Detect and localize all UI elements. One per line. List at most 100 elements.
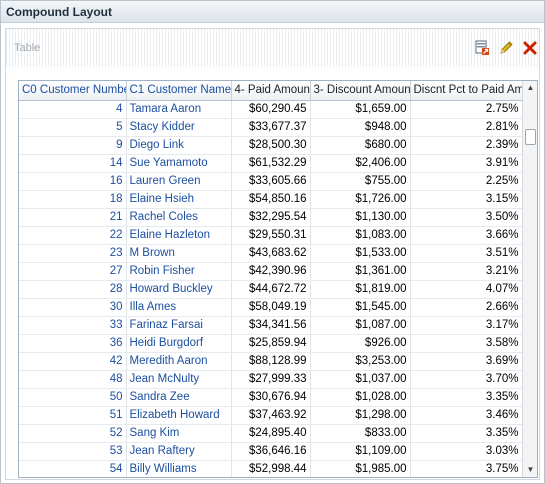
table-row[interactable]: 54 Billy Williams $52,998.44 $1,985.00 3.75% bbox=[19, 460, 523, 477]
cell-customer-number[interactable]: 33 bbox=[19, 316, 127, 335]
cell-customer-name[interactable]: Sang Kim bbox=[126, 424, 232, 443]
table-row[interactable]: 30 Illa Ames $58,049.19 $1,545.00 2.66% bbox=[19, 298, 523, 317]
cell-discount-amount: $1,659.00 bbox=[310, 100, 411, 119]
cell-paid-amount: $28,500.30 bbox=[231, 136, 311, 155]
cell-customer-number[interactable]: 54 bbox=[19, 460, 127, 477]
cell-discount-amount: $948.00 bbox=[310, 118, 411, 137]
cell-customer-number[interactable]: 14 bbox=[19, 154, 127, 173]
cell-discount-amount: $1,130.00 bbox=[310, 208, 411, 227]
cell-customer-name[interactable]: Elaine Hsieh bbox=[126, 190, 232, 209]
cell-customer-name[interactable]: Heidi Burgdorf bbox=[126, 334, 232, 353]
cell-customer-name[interactable]: Elizabeth Howard bbox=[126, 406, 232, 425]
table-row[interactable]: 16 Lauren Green $33,605.66 $755.00 2.25% bbox=[19, 172, 523, 191]
column-header-discount-amount[interactable]: 3- Discount Amount bbox=[310, 81, 411, 101]
table-row[interactable]: 28 Howard Buckley $44,672.72 $1,819.00 4.07% bbox=[19, 280, 523, 299]
cell-customer-name[interactable]: Lauren Green bbox=[126, 172, 232, 191]
cell-customer-name[interactable]: Illa Ames bbox=[126, 298, 232, 317]
cell-customer-name[interactable]: Howard Buckley bbox=[126, 280, 232, 299]
cell-customer-number[interactable]: 23 bbox=[19, 244, 127, 263]
cell-customer-name[interactable]: Jean McNulty bbox=[126, 370, 232, 389]
cell-paid-amount: $61,532.29 bbox=[231, 154, 311, 173]
table-row[interactable]: 4 Tamara Aaron $60,290.45 $1,659.00 2.75% bbox=[19, 100, 523, 119]
vertical-scrollbar[interactable]: ▲ ▼ bbox=[522, 81, 537, 477]
cell-customer-number[interactable]: 9 bbox=[19, 136, 127, 155]
cell-customer-number[interactable]: 36 bbox=[19, 334, 127, 353]
cell-paid-amount: $36,646.16 bbox=[231, 442, 311, 461]
export-icon[interactable] bbox=[474, 40, 490, 56]
table-row[interactable]: 22 Elaine Hazleton $29,550.31 $1,083.00 3.66… bbox=[19, 226, 523, 245]
cell-discount-pct: 3.03% bbox=[410, 442, 523, 461]
data-grid: C0 Customer Number C1 Customer Name 4- P… bbox=[18, 80, 538, 478]
cell-discount-pct: 2.75% bbox=[410, 100, 523, 119]
column-header-customer-name[interactable]: C1 Customer Name bbox=[126, 81, 232, 101]
cell-customer-name[interactable]: Jean Raftery bbox=[126, 442, 232, 461]
column-header-discount-pct[interactable]: Discnt Pct to Paid Amt bbox=[410, 81, 523, 101]
cell-customer-name[interactable]: Diego Link bbox=[126, 136, 232, 155]
cell-discount-amount: $926.00 bbox=[310, 334, 411, 353]
cell-customer-number[interactable]: 50 bbox=[19, 388, 127, 407]
cell-customer-number[interactable]: 27 bbox=[19, 262, 127, 281]
cell-customer-number[interactable]: 5 bbox=[19, 118, 127, 137]
cell-paid-amount: $30,676.94 bbox=[231, 388, 311, 407]
table-row[interactable]: 42 Meredith Aaron $88,128.99 $3,253.00 3.69% bbox=[19, 352, 523, 371]
cell-customer-name[interactable]: Robin Fisher bbox=[126, 262, 232, 281]
cell-customer-name[interactable]: Meredith Aaron bbox=[126, 352, 232, 371]
cell-discount-pct: 3.75% bbox=[410, 460, 523, 477]
cell-customer-number[interactable]: 53 bbox=[19, 442, 127, 461]
cell-customer-name[interactable]: Stacy Kidder bbox=[126, 118, 232, 137]
scroll-down-icon[interactable]: ▼ bbox=[523, 463, 537, 477]
cell-customer-number[interactable]: 51 bbox=[19, 406, 127, 425]
cell-customer-number[interactable]: 28 bbox=[19, 280, 127, 299]
table-row[interactable]: 23 M Brown $43,683.62 $1,533.00 3.51% bbox=[19, 244, 523, 263]
table-row[interactable]: 33 Farinaz Farsai $34,341.56 $1,087.00 3.17% bbox=[19, 316, 523, 335]
table-row[interactable]: 14 Sue Yamamoto $61,532.29 $2,406.00 3.91% bbox=[19, 154, 523, 173]
cell-discount-pct: 2.39% bbox=[410, 136, 523, 155]
cell-customer-number[interactable]: 48 bbox=[19, 370, 127, 389]
compound-layout-panel: Compound Layout Table C0 Customer Number… bbox=[0, 0, 545, 484]
cell-discount-pct: 2.25% bbox=[410, 172, 523, 191]
column-header-paid-amount[interactable]: 4- Paid Amount bbox=[231, 81, 311, 101]
cell-customer-number[interactable]: 42 bbox=[19, 352, 127, 371]
table-row[interactable]: 18 Elaine Hsieh $54,850.16 $1,726.00 3.15% bbox=[19, 190, 523, 209]
cell-customer-name[interactable]: M Brown bbox=[126, 244, 232, 263]
cell-customer-number[interactable]: 4 bbox=[19, 100, 127, 119]
table-row[interactable]: 5 Stacy Kidder $33,677.37 $948.00 2.81% bbox=[19, 118, 523, 137]
table-row[interactable]: 53 Jean Raftery $36,646.16 $1,109.00 3.03% bbox=[19, 442, 523, 461]
cell-discount-pct: 3.35% bbox=[410, 388, 523, 407]
cell-customer-number[interactable]: 18 bbox=[19, 190, 127, 209]
cell-customer-number[interactable]: 16 bbox=[19, 172, 127, 191]
table-view-header: Table bbox=[6, 29, 539, 67]
scroll-up-icon[interactable]: ▲ bbox=[523, 81, 537, 95]
cell-discount-pct: 4.07% bbox=[410, 280, 523, 299]
cell-discount-amount: $1,726.00 bbox=[310, 190, 411, 209]
delete-icon[interactable] bbox=[522, 40, 538, 56]
cell-customer-name[interactable]: Farinaz Farsai bbox=[126, 316, 232, 335]
cell-customer-name[interactable]: Rachel Coles bbox=[126, 208, 232, 227]
cell-discount-amount: $1,087.00 bbox=[310, 316, 411, 335]
cell-customer-number[interactable]: 52 bbox=[19, 424, 127, 443]
cell-customer-name[interactable]: Billy Williams bbox=[126, 460, 232, 477]
table-row[interactable]: 21 Rachel Coles $32,295.54 $1,130.00 3.50% bbox=[19, 208, 523, 227]
table-row[interactable]: 51 Elizabeth Howard $37,463.92 $1,298.00 3.4… bbox=[19, 406, 523, 425]
scrollbar-thumb[interactable] bbox=[525, 129, 536, 145]
table-row[interactable]: 27 Robin Fisher $42,390.96 $1,361.00 3.21% bbox=[19, 262, 523, 281]
table-row[interactable]: 50 Sandra Zee $30,676.94 $1,028.00 3.35% bbox=[19, 388, 523, 407]
cell-customer-name[interactable]: Sandra Zee bbox=[126, 388, 232, 407]
cell-customer-name[interactable]: Tamara Aaron bbox=[126, 100, 232, 119]
table-row[interactable]: 9 Diego Link $28,500.30 $680.00 2.39% bbox=[19, 136, 523, 155]
cell-customer-number[interactable]: 30 bbox=[19, 298, 127, 317]
cell-paid-amount: $60,290.45 bbox=[231, 100, 311, 119]
cell-paid-amount: $37,463.92 bbox=[231, 406, 311, 425]
table-row[interactable]: 36 Heidi Burgdorf $25,859.94 $926.00 3.58% bbox=[19, 334, 523, 353]
cell-discount-amount: $1,545.00 bbox=[310, 298, 411, 317]
pencil-icon[interactable] bbox=[498, 40, 514, 56]
cell-customer-number[interactable]: 21 bbox=[19, 208, 127, 227]
table-row[interactable]: 48 Jean McNulty $27,999.33 $1,037.00 3.70% bbox=[19, 370, 523, 389]
cell-paid-amount: $24,895.40 bbox=[231, 424, 311, 443]
cell-customer-name[interactable]: Sue Yamamoto bbox=[126, 154, 232, 173]
table-row[interactable]: 52 Sang Kim $24,895.40 $833.00 3.35% bbox=[19, 424, 523, 443]
cell-discount-pct: 3.17% bbox=[410, 316, 523, 335]
cell-customer-number[interactable]: 22 bbox=[19, 226, 127, 245]
column-header-customer-number[interactable]: C0 Customer Number bbox=[19, 81, 127, 101]
cell-customer-name[interactable]: Elaine Hazleton bbox=[126, 226, 232, 245]
